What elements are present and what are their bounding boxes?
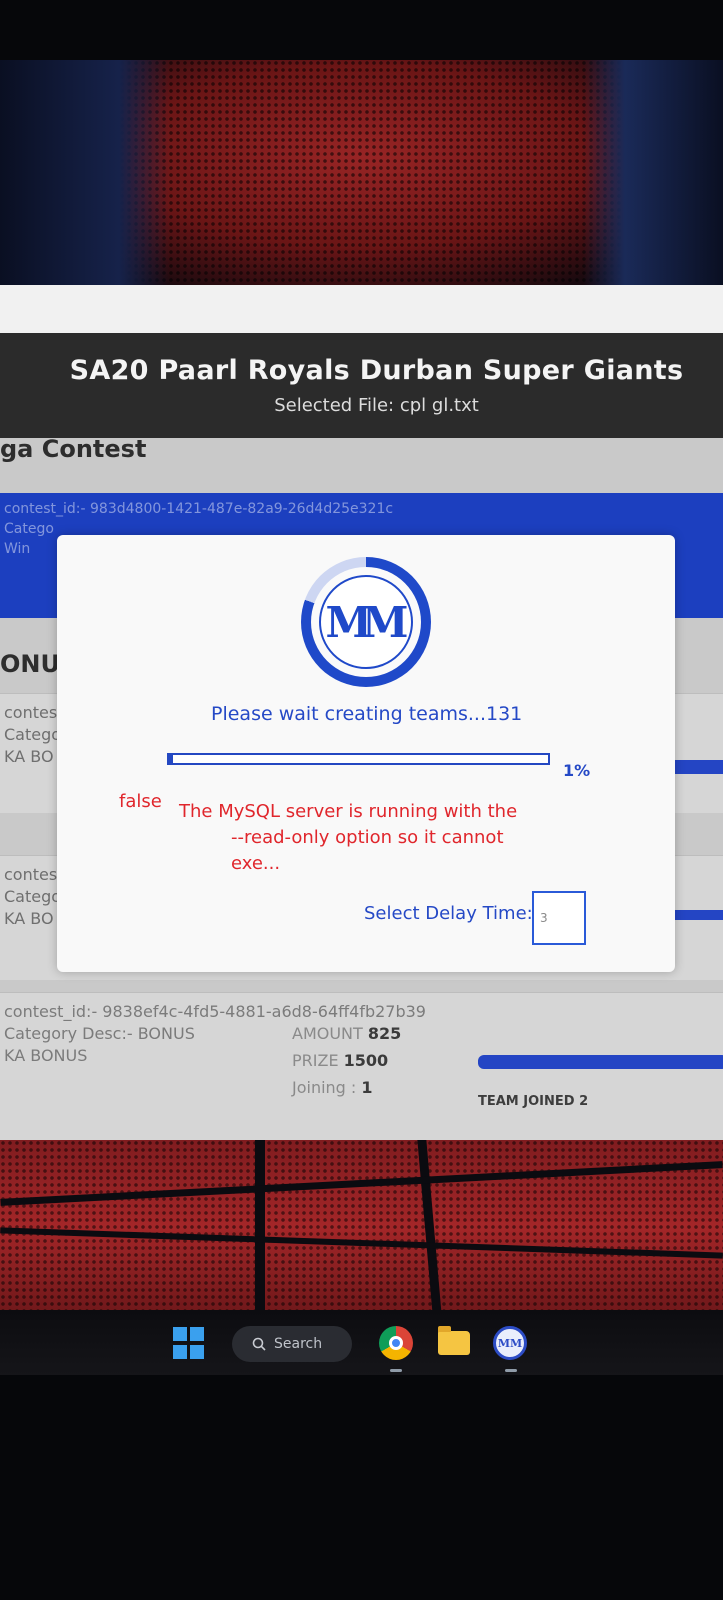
page-title: SA20 Paarl Royals Durban Super Giants	[69, 355, 684, 386]
amount-row: AMOUNT 825	[292, 1023, 401, 1045]
team-joined-label: TEAM JOINED 2	[478, 1094, 589, 1109]
app-title-bar	[0, 285, 723, 333]
mm-app-active-indicator	[505, 1369, 517, 1372]
taskbar	[0, 1310, 723, 1375]
error-line-2: --read-only option so it cannot exe...	[231, 827, 504, 874]
mm-app-icon[interactable]: MM	[492, 1325, 528, 1361]
mega-contest-heading: ga Contest	[0, 435, 147, 463]
creating-teams-dialog: MM Please wait creating teams...131 1% f…	[57, 535, 675, 972]
taskbar-search[interactable]: Search	[232, 1326, 352, 1362]
contest-id: contest_id:- 9838ef4c-4fd5-4881-a6d8-64f…	[4, 1002, 426, 1021]
error-flag: false	[119, 791, 162, 812]
contest-progress-bar	[478, 1055, 723, 1069]
delay-time-label: Select Delay Time:	[364, 903, 533, 924]
error-line-1: The MySQL server is running with the	[179, 801, 518, 822]
wallpaper-top-left-shade	[0, 60, 170, 300]
prize-value: 1500	[343, 1051, 389, 1070]
amount-label: AMOUNT	[292, 1024, 363, 1043]
joining-value: 1	[361, 1078, 373, 1097]
error-message: The MySQL server is running with the --r…	[179, 799, 549, 877]
search-icon	[252, 1337, 266, 1351]
chrome-icon[interactable]	[378, 1325, 414, 1361]
web-line	[255, 1140, 265, 1315]
amount-value: 825	[367, 1024, 402, 1043]
progress-percent: 1%	[563, 761, 591, 780]
contest-id: contest_id:- 983d4800-1421-487e-82a9-26d…	[4, 501, 394, 517]
status-message: Please wait creating teams...131	[211, 703, 523, 725]
joining-row: Joining : 1	[292, 1077, 373, 1099]
prize-label: PRIZE	[292, 1051, 339, 1070]
progress-bar-fill	[169, 755, 173, 763]
photo-frame: Search MM SA20 Paarl Royals Durban Super…	[0, 0, 723, 1600]
file-explorer-icon[interactable]	[436, 1325, 472, 1361]
progress-bar	[167, 753, 550, 765]
app-header: SA20 Paarl Royals Durban Super Giants Se…	[0, 333, 723, 438]
selected-file-label: Selected File: cpl gl.txt	[274, 395, 479, 416]
loading-spinner: MM	[301, 557, 431, 687]
chrome-active-indicator	[390, 1369, 402, 1372]
windows-start-icon[interactable]	[170, 1325, 206, 1361]
wallpaper-top-right-shade	[583, 60, 723, 300]
taskbar-search-label: Search	[274, 1336, 323, 1352]
prize-row: PRIZE 1500	[292, 1050, 388, 1072]
delay-time-input[interactable]	[532, 891, 586, 945]
contest-card[interactable]: contest_id:- 9838ef4c-4fd5-4881-a6d8-64f…	[0, 992, 723, 1140]
mm-logo-icon: MM	[325, 597, 409, 647]
joining-label: Joining :	[292, 1078, 357, 1097]
